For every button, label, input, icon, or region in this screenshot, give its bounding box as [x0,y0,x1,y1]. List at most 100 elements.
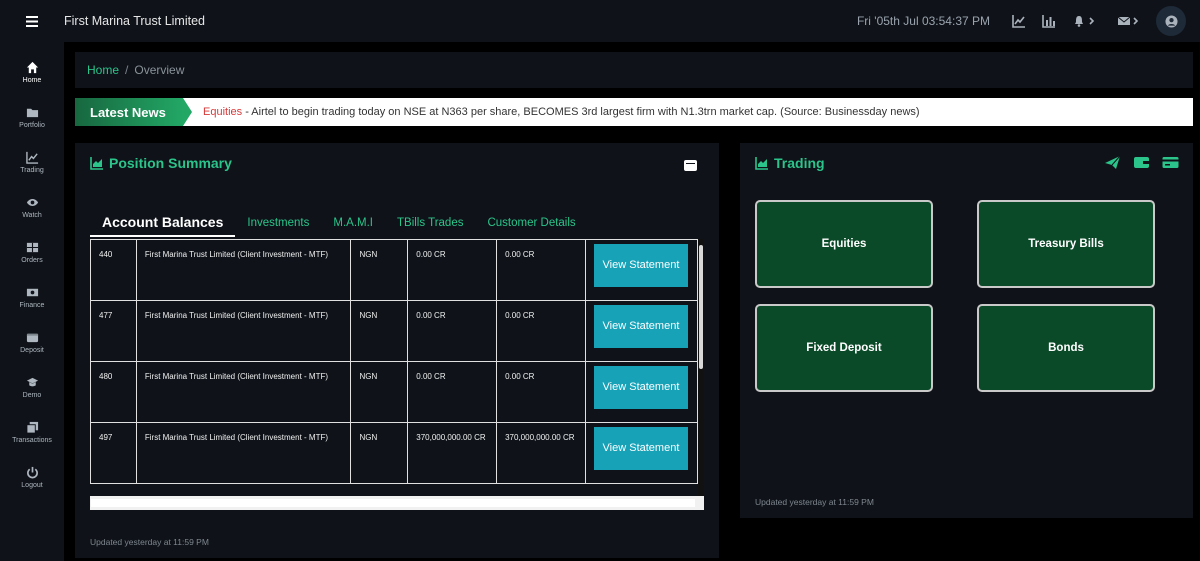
balance-cell: 0.00 CR [496,361,586,423]
home-icon [26,61,38,74]
sidebar-item-trading[interactable]: Trading [0,140,64,185]
news-ticker: Latest News Equities - Airtel to begin t… [75,98,1193,126]
position-summary-title-text: Position Summary [109,155,232,171]
area-chart-icon [755,157,768,170]
balances-table-container: 440 First Marina Trust Limited (Client In… [90,239,704,510]
account-name-cell: First Marina Trust Limited (Client Inves… [135,300,352,362]
tab-account-balances[interactable]: Account Balances [90,214,236,237]
sidebar-item-deposit[interactable]: Deposit [0,320,64,365]
datetime: Fri '05th Jul 03:54:37 PM [856,14,990,28]
sidebar-item-orders[interactable]: Orders [0,230,64,275]
sidebar-item-label: Demo [22,392,42,399]
account-id-cell: 497 [90,422,137,484]
balance-cell: 0.00 CR [407,239,498,301]
balance-cell: 0.00 CR [496,300,586,362]
tab-mami[interactable]: M.A.M.I [321,217,385,237]
breadcrumb-current: Overview [134,63,185,77]
trading-title: Trading [755,155,825,171]
sidebar-item-label: Home [22,77,42,84]
table-row: 497 First Marina Trust Limited (Client In… [90,422,698,484]
table-row: 440 First Marina Trust Limited (Client In… [90,239,698,301]
user-avatar-icon[interactable] [1156,6,1186,36]
hamburger-icon[interactable] [0,15,64,27]
account-name-cell: First Marina Trust Limited (Client Inves… [135,239,352,301]
news-category: Equities [203,106,243,118]
news-headline[interactable]: Equities - Airtel to begin trading today… [203,106,920,118]
account-name-cell: First Marina Trust Limited (Client Inves… [135,361,352,423]
news-label: Latest News [75,98,192,126]
account-id-cell: 480 [90,361,137,423]
balances-table: 440 First Marina Trust Limited (Client In… [90,239,698,484]
horizontal-scrollbar-thumb[interactable] [91,499,695,507]
horizontal-scrollbar[interactable] [90,496,704,510]
sidebar-item-demo[interactable]: Demo [0,365,64,410]
table-row: 480 First Marina Trust Limited (Client In… [90,361,698,423]
sidebar-item-transactions[interactable]: Transactions [0,410,64,455]
sidebar-item-label: Finance [19,302,45,309]
trade-bonds-button[interactable]: Bonds [977,304,1155,392]
top-bar: First Marina Trust Limited Fri '05th Jul… [0,0,1200,42]
trade-fixed-deposit-button[interactable]: Fixed Deposit [755,304,933,392]
sidebar-item-label: Orders [21,257,43,264]
news-text: - Airtel to begin trading today on NSE a… [242,106,920,118]
balance-cell: 0.00 CR [407,361,498,423]
currency-cell: NGN [350,361,409,423]
paper-plane-icon[interactable] [1104,155,1121,170]
tab-customer-details[interactable]: Customer Details [475,217,587,237]
sidebar-item-label: Transactions [12,437,52,444]
brand-name: First Marina Trust Limited [64,14,206,28]
sidebar-item-label: Trading [20,167,44,174]
action-cell: View Statement [584,422,698,484]
copy-icon [25,421,38,434]
sidebar-item-label: Watch [22,212,42,219]
sidebar-item-portfolio[interactable]: Portfolio [0,95,64,140]
trading-actions [1104,155,1179,170]
balance-cell: 370,000,000.00 CR [407,422,498,484]
credit-card-icon[interactable] [1162,155,1179,170]
area-chart-icon [90,157,103,170]
currency-cell: NGN [350,300,409,362]
trading-card: Trading Equities Treasury Bills Fixed De… [740,143,1193,518]
sidebar-item-logout[interactable]: Logout [0,455,64,500]
sidebar-item-label: Deposit [20,347,44,354]
view-statement-button[interactable]: View Statement [593,305,688,348]
vertical-scrollbar[interactable] [698,239,704,496]
graduation-cap-icon [26,377,38,387]
account-id-cell: 440 [90,239,137,301]
account-name-cell: First Marina Trust Limited (Client Inves… [135,422,352,484]
breadcrumb-separator: / [125,63,129,77]
power-icon [26,466,38,479]
trade-treasury-bills-button[interactable]: Treasury Bills [977,200,1155,288]
view-statement-button[interactable]: View Statement [593,366,688,409]
position-tabs: Account Balances Investments M.A.M.I TBi… [90,209,588,237]
tab-investments[interactable]: Investments [235,217,321,237]
folder-icon [26,108,38,118]
balance-cell: 0.00 CR [407,300,498,362]
view-statement-button[interactable]: View Statement [593,244,688,287]
bar-chart-icon[interactable] [1034,0,1064,42]
trading-updated-text: Updated yesterday at 11:59 PM [755,497,874,507]
account-id-cell: 477 [90,300,137,362]
breadcrumb-home[interactable]: Home [87,63,119,77]
area-chart-icon[interactable] [1004,0,1034,42]
sidebar-item-home[interactable]: Home [0,50,64,95]
balances-table-viewport: 440 First Marina Trust Limited (Client In… [90,239,698,496]
action-cell: View Statement [584,361,698,423]
trade-equities-button[interactable]: Equities [755,200,933,288]
sidebar-item-finance[interactable]: Finance [0,275,64,320]
bell-icon[interactable] [1064,0,1108,42]
envelope-icon[interactable] [1108,0,1152,42]
wallet-icon[interactable] [1133,155,1150,170]
view-statement-button[interactable]: View Statement [593,427,688,470]
vertical-scrollbar-thumb[interactable] [699,245,703,369]
trading-title-text: Trading [774,155,825,171]
tab-tbills-trades[interactable]: TBills Trades [385,217,475,237]
balance-cell: 0.00 CR [496,239,586,301]
collapse-toggle-icon[interactable] [684,160,697,171]
wallet-icon [26,333,38,343]
position-summary-card: Position Summary Account Balances Invest… [75,143,719,558]
money-icon [26,288,38,297]
sidebar-item-watch[interactable]: Watch [0,185,64,230]
table-row: 477 First Marina Trust Limited (Client In… [90,300,698,362]
sidebar-item-label: Portfolio [19,122,45,129]
